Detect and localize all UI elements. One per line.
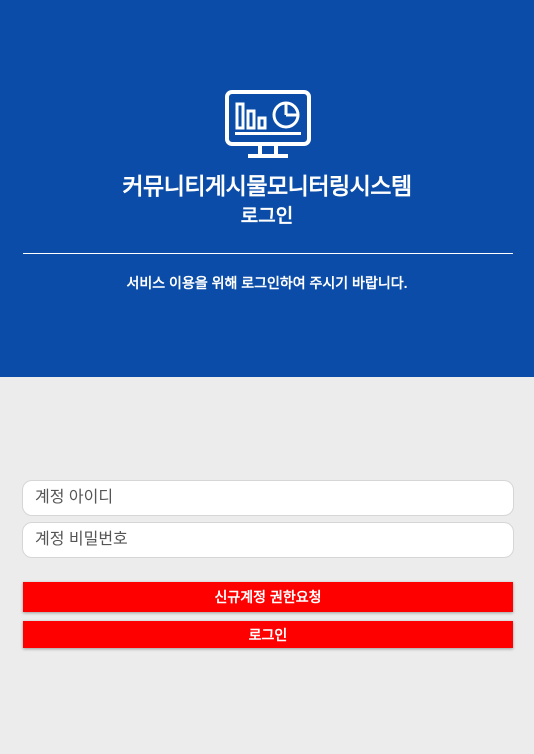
account-id-input[interactable] (22, 480, 514, 516)
app-title: 커뮤니티게시물모니터링시스템 (122, 173, 412, 199)
page-title: 로그인 (240, 206, 294, 227)
header-banner: 커뮤니티게시물모니터링시스템 로그인 서비스 이용을 위해 로그인하여 주시기 … (0, 0, 534, 377)
header-divider (23, 253, 513, 254)
monitor-chart-icon (225, 90, 311, 158)
password-input[interactable] (22, 522, 514, 558)
login-guide-message: 서비스 이용을 위해 로그인하여 주시기 바랍니다. (126, 275, 408, 291)
login-button[interactable]: 로그인 (23, 621, 513, 648)
login-page: 커뮤니티게시물모니터링시스템 로그인 서비스 이용을 위해 로그인하여 주시기 … (0, 0, 534, 754)
request-account-button[interactable]: 신규계정 권한요청 (23, 582, 513, 612)
